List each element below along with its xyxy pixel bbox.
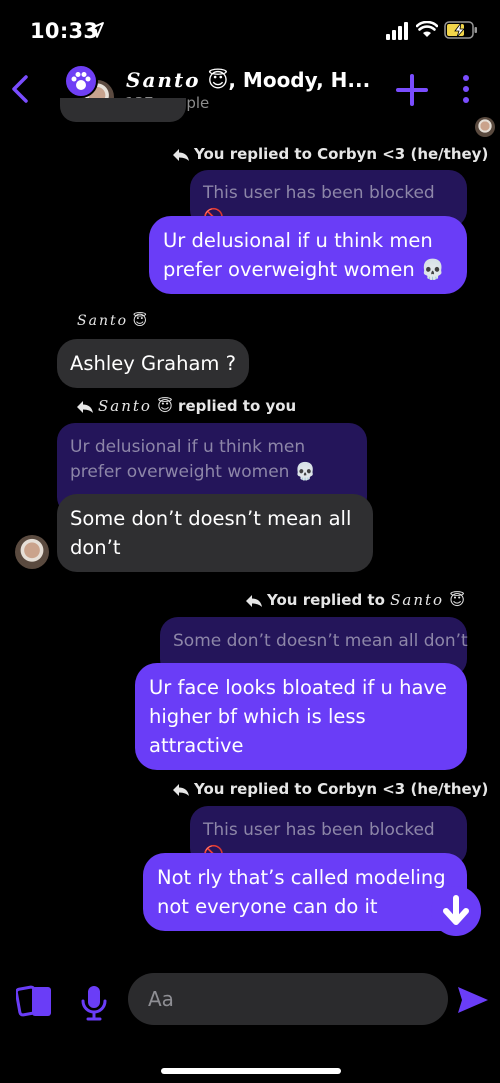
outgoing-message[interactable]: Not rly that’s called modeling not every… — [143, 853, 467, 931]
reply-meta: You replied to Corbyn <3 (he/they) — [172, 780, 488, 798]
cards-icon[interactable] — [16, 984, 54, 1020]
incoming-message[interactable]: Some don’t doesn’t mean all don’t — [57, 494, 373, 572]
back-chevron-icon[interactable] — [8, 74, 32, 104]
location-arrow-icon — [88, 22, 104, 38]
battery-charging-icon — [444, 21, 477, 39]
title-name: Santo — [126, 68, 201, 92]
send-icon[interactable] — [456, 985, 490, 1015]
message-composer: Aa — [0, 960, 500, 1083]
sender-avatar[interactable] — [15, 535, 49, 569]
more-options-icon[interactable] — [455, 72, 477, 106]
outgoing-message[interactable]: Ur face looks bloated if u have higher b… — [135, 663, 467, 770]
reply-meta: You replied to Santo 😇 — [245, 591, 465, 609]
group-paw-icon[interactable] — [64, 64, 98, 98]
add-icon[interactable] — [394, 72, 430, 108]
reply-arrow-icon — [246, 595, 262, 607]
outgoing-message[interactable]: Ur delusional if u think men prefer over… — [149, 216, 467, 294]
wifi-icon — [416, 21, 438, 37]
home-indicator — [161, 1068, 341, 1074]
title-emoji: 😇 — [207, 68, 229, 92]
cellular-signal-icon — [386, 22, 408, 40]
reply-meta: You replied to Corbyn <3 (he/they) — [172, 145, 488, 163]
incoming-message[interactable]: Ashley Graham ? — [57, 339, 249, 388]
status-bar: 10:33 — [0, 0, 500, 62]
reply-arrow-icon — [77, 401, 93, 413]
microphone-icon[interactable] — [80, 984, 108, 1022]
title-rest: , Moody, H... — [228, 68, 371, 92]
reply-arrow-icon — [173, 784, 189, 796]
reply-arrow-icon — [173, 149, 189, 161]
reply-meta: Santo 😇 replied to you — [76, 397, 296, 415]
chat-title[interactable]: Santo 😇, Moody, H... — [126, 68, 370, 92]
scroll-to-bottom-button[interactable] — [431, 886, 481, 936]
message-input[interactable]: Aa — [128, 973, 448, 1025]
sender-name: Santo 😇 — [77, 313, 148, 329]
read-receipt-avatar — [475, 117, 495, 137]
partial-message-bubble — [60, 98, 186, 122]
arrow-down-icon — [443, 895, 469, 925]
